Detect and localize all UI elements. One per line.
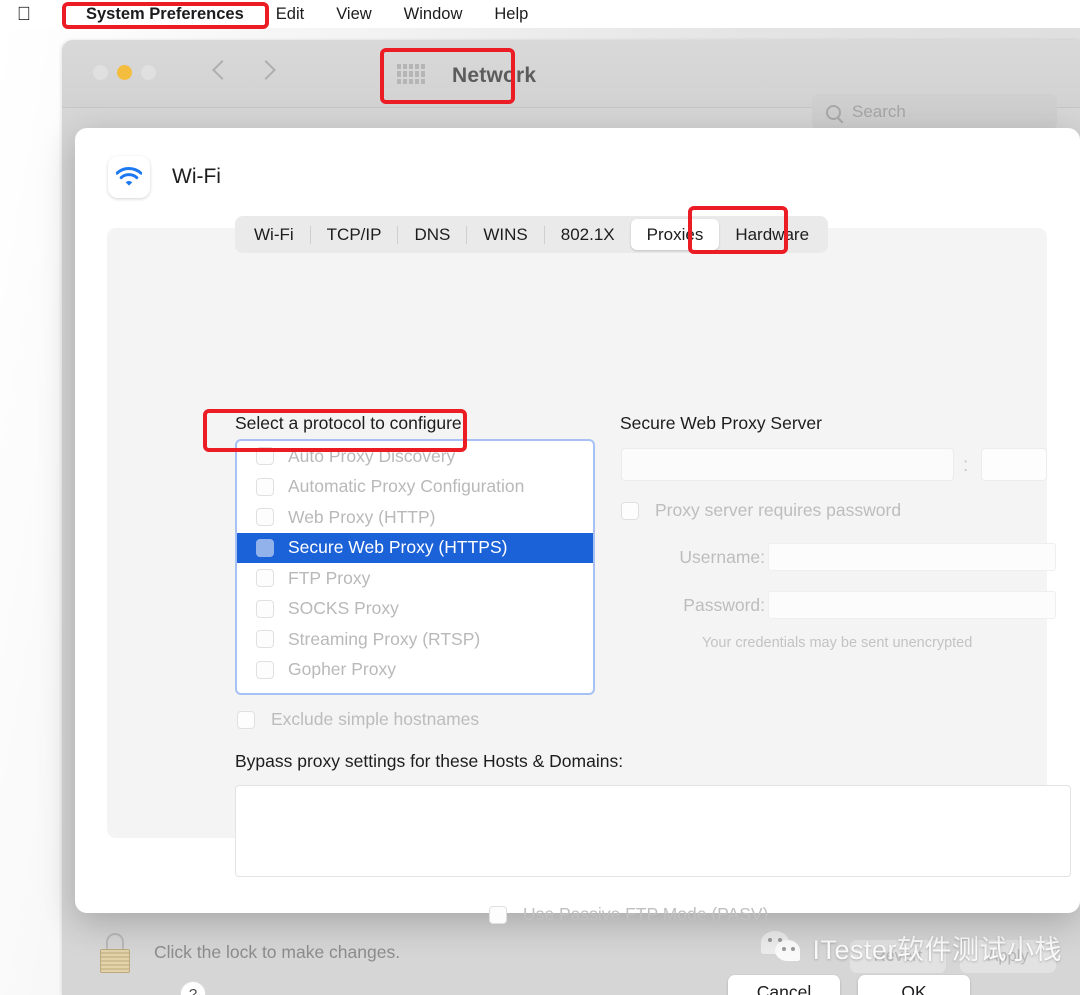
apply-button[interactable]: Apply [960,940,1056,973]
tab-tcpip[interactable]: TCP/IP [311,219,398,250]
server-panel-title: Secure Web Proxy Server [620,413,822,433]
proxies-sheet: Wi-Fi Wi-Fi TCP/IP DNS WINS 802.1X Proxi… [75,128,1080,995]
search-placeholder: Search [852,102,906,121]
navigation-arrows[interactable] [213,58,271,84]
checkbox-icon[interactable] [489,905,507,924]
list-item[interactable]: Web Proxy (HTTP) [237,502,593,533]
passive-ftp-label: Use Passive FTP Mode (PASV) [523,904,769,924]
protocol-list[interactable]: Auto Proxy Discovery Automatic Proxy Con… [235,439,595,695]
chevron-right-icon[interactable] [257,58,271,84]
requires-password-checkbox[interactable]: Proxy server requires password [621,500,901,521]
tab-bar[interactable]: Wi-Fi TCP/IP DNS WINS 802.1X Proxies Har… [235,216,829,253]
window-title: Network [452,64,537,87]
credentials-note: Your credentials may be sent unencrypted [702,635,973,651]
list-item[interactable]: FTP Proxy [237,563,593,594]
username-label: Username: [679,547,765,567]
screen: Network Search Click the lock to make ch… [0,0,1080,995]
checkbox-icon[interactable] [256,569,274,588]
menu-item-edit[interactable]: Edit [260,0,320,28]
proxy-host-input[interactable] [621,448,954,481]
close-button[interactable] [93,65,108,80]
tab-proxies[interactable]: Proxies [630,219,720,250]
list-item[interactable]: Gopher Proxy [237,655,593,686]
protocol-section-label: Select a protocol to configure: [235,413,467,433]
password-input[interactable] [768,591,1056,619]
menu-item-view[interactable]: View [320,0,387,28]
list-item-label: Secure Web Proxy (HTTPS) [288,537,508,558]
tab-wifi[interactable]: Wi-Fi [238,219,310,250]
checkbox-icon[interactable] [621,501,639,520]
sheet-action-buttons[interactable]: Cancel OK [728,975,970,995]
checkbox-icon[interactable] [256,538,274,557]
tab-hardware[interactable]: Hardware [719,219,825,250]
checkbox-icon[interactable] [256,630,274,649]
proxy-port-input[interactable] [981,448,1047,481]
host-port-separator: : [963,455,969,476]
tab-8021x[interactable]: 802.1X [545,219,631,250]
minimize-button[interactable] [117,65,132,80]
menu-item-help[interactable]: Help [478,0,544,28]
revert-apply-buttons[interactable]: Revert Apply [850,940,1056,973]
wifi-icon [108,156,150,198]
tab-wins[interactable]: WINS [467,219,543,250]
tab-dns[interactable]: DNS [398,219,466,250]
lock-closed-icon[interactable] [98,932,132,973]
list-item-label: Automatic Proxy Configuration [288,476,525,497]
zoom-button[interactable] [141,65,156,80]
traffic-light-buttons[interactable] [93,65,156,80]
grid-apps-icon[interactable] [397,64,425,84]
checkbox-icon[interactable] [256,660,274,679]
list-item-secure-web-proxy[interactable]: Secure Web Proxy (HTTPS) [237,532,593,563]
revert-button[interactable]: Revert [850,940,946,973]
service-name: Wi-Fi [172,165,221,188]
checkbox-icon[interactable] [256,508,274,527]
list-item[interactable]: Auto Proxy Discovery [237,441,593,472]
exclude-simple-hostnames-label: Exclude simple hostnames [271,709,480,729]
checkbox-icon[interactable] [256,599,274,618]
password-label: Password: [683,595,765,615]
passive-ftp-checkbox[interactable]: Use Passive FTP Mode (PASV) [489,904,768,925]
checkbox-icon[interactable] [237,710,255,729]
list-item-label: SOCKS Proxy [288,598,399,619]
menu-bar[interactable]:  System Preferences Edit View Window He… [0,0,1080,28]
menu-item-system-preferences[interactable]: System Preferences [70,5,260,23]
lock-message: Click the lock to make changes. [154,942,401,962]
apple-logo-icon[interactable]:  [14,3,34,25]
window-titlebar: Network Search [62,40,1080,130]
bypass-label: Bypass proxy settings for these Hosts & … [235,751,624,771]
list-item[interactable]: Streaming Proxy (RTSP) [237,624,593,655]
ok-button[interactable]: OK [858,975,970,995]
username-input[interactable] [768,543,1056,571]
list-item[interactable]: Automatic Proxy Configuration [237,472,593,503]
checkbox-icon[interactable] [256,447,274,466]
list-item-label: Web Proxy (HTTP) [288,506,436,527]
service-header: Wi-Fi [108,156,221,198]
list-item-label: Auto Proxy Discovery [288,445,456,466]
chevron-left-icon[interactable] [213,58,227,84]
search-icon [826,104,841,120]
menu-item-window[interactable]: Window [388,0,479,28]
list-item-label: Streaming Proxy (RTSP) [288,628,481,649]
bypass-textarea[interactable] [235,785,1071,877]
exclude-simple-hostnames-checkbox[interactable]: Exclude simple hostnames [237,709,479,730]
checkbox-icon[interactable] [256,477,274,496]
requires-password-label: Proxy server requires password [655,500,902,520]
list-item-label: FTP Proxy [288,567,371,588]
cancel-button[interactable]: Cancel [728,975,840,995]
list-item-label: Gopher Proxy [288,659,396,680]
list-item[interactable]: SOCKS Proxy [237,594,593,625]
search-field[interactable]: Search [812,94,1057,130]
